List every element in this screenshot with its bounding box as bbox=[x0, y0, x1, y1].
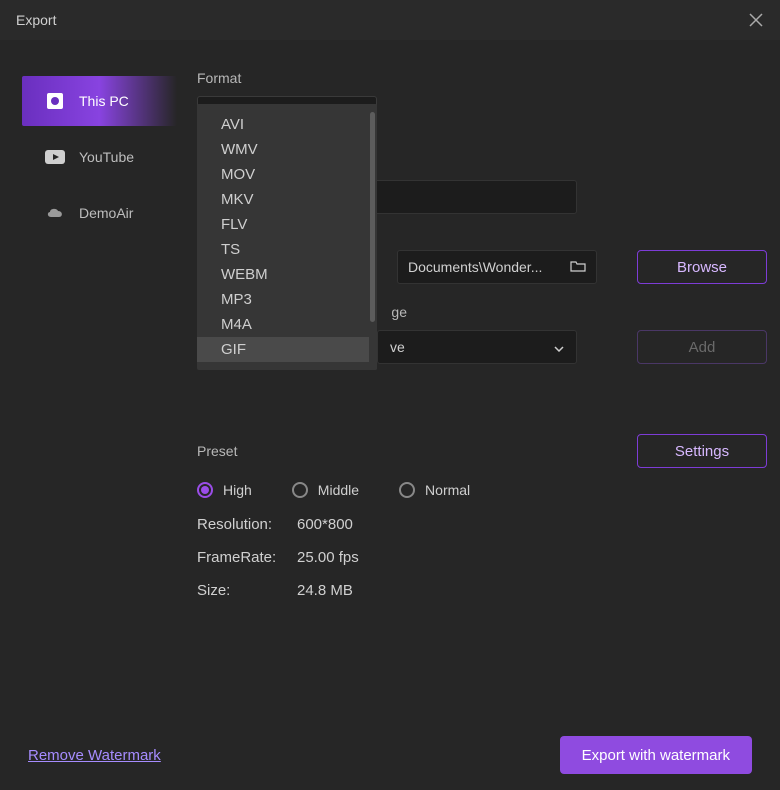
window-title: Export bbox=[16, 12, 56, 28]
preset-radio-normal[interactable]: Normal bbox=[399, 482, 470, 498]
preset-info: Resolution: 600*800 FrameRate: 25.00 fps… bbox=[197, 516, 767, 599]
size-label: Size: bbox=[197, 582, 297, 599]
youtube-icon bbox=[45, 147, 65, 167]
settings-button[interactable]: Settings bbox=[637, 434, 767, 468]
resolution-label: Resolution: bbox=[197, 516, 297, 533]
framerate-value: 25.00 fps bbox=[297, 549, 767, 566]
format-option-mp3[interactable]: MP3 bbox=[197, 287, 369, 312]
pc-icon bbox=[45, 91, 65, 111]
cloud-icon bbox=[45, 203, 65, 223]
footer: Remove Watermark Export with watermark bbox=[0, 720, 780, 790]
remove-watermark-link[interactable]: Remove Watermark bbox=[28, 747, 161, 764]
radio-icon bbox=[292, 482, 308, 498]
format-option-webm[interactable]: WEBM bbox=[197, 262, 369, 287]
sidebar-item-this-pc[interactable]: This PC bbox=[22, 76, 177, 126]
folder-icon bbox=[570, 259, 586, 275]
size-value: 24.8 MB bbox=[297, 582, 767, 599]
cloud-select-value: ve bbox=[390, 339, 405, 355]
sidebar-item-label: DemoAir bbox=[79, 205, 133, 221]
cloud-select[interactable]: ve bbox=[377, 330, 577, 364]
main-panel: Format MP4 Documents\Wonder... Browse bbox=[177, 40, 780, 720]
sidebar-item-label: This PC bbox=[79, 93, 129, 109]
format-option-gif[interactable]: GIF bbox=[197, 337, 369, 362]
format-label: Format bbox=[197, 70, 767, 86]
resolution-value: 600*800 bbox=[297, 516, 767, 533]
sidebar-item-youtube[interactable]: YouTube bbox=[0, 132, 177, 182]
preset-radio-group: High Middle Normal bbox=[197, 482, 767, 498]
format-option-m4a[interactable]: M4A bbox=[197, 312, 369, 337]
titlebar: Export bbox=[0, 0, 780, 40]
chevron-down-icon bbox=[554, 339, 564, 355]
format-option-ts[interactable]: TS bbox=[197, 237, 369, 262]
radio-icon bbox=[197, 482, 213, 498]
format-option-mov[interactable]: MOV bbox=[197, 162, 369, 187]
format-option-wmv[interactable]: WMV bbox=[197, 137, 369, 162]
export-button[interactable]: Export with watermark bbox=[560, 736, 752, 774]
close-icon bbox=[749, 13, 763, 27]
dropdown-scrollbar[interactable] bbox=[369, 104, 377, 370]
browse-button[interactable]: Browse bbox=[637, 250, 767, 284]
close-button[interactable] bbox=[748, 12, 764, 28]
format-dropdown: AVIWMVMOVMKVFLVTSWEBMMP3M4AGIF bbox=[197, 104, 377, 370]
preset-radio-middle[interactable]: Middle bbox=[292, 482, 359, 498]
preset-label: Preset bbox=[197, 443, 237, 459]
add-cloud-button[interactable]: Add bbox=[637, 330, 767, 364]
format-option-mkv[interactable]: MKV bbox=[197, 187, 369, 212]
radio-icon bbox=[399, 482, 415, 498]
cloud-label-partial: ge bbox=[377, 304, 407, 320]
sidebar: This PC YouTube DemoAir bbox=[0, 40, 177, 720]
format-option-flv[interactable]: FLV bbox=[197, 212, 369, 237]
sidebar-item-demoair[interactable]: DemoAir bbox=[0, 188, 177, 238]
preset-radio-high[interactable]: High bbox=[197, 482, 252, 498]
sidebar-item-label: YouTube bbox=[79, 149, 134, 165]
save-path-display[interactable]: Documents\Wonder... bbox=[397, 250, 597, 284]
scrollbar-thumb[interactable] bbox=[370, 112, 375, 322]
save-path-text: Documents\Wonder... bbox=[408, 259, 562, 275]
framerate-label: FrameRate: bbox=[197, 549, 297, 566]
format-option-avi[interactable]: AVI bbox=[197, 112, 369, 137]
